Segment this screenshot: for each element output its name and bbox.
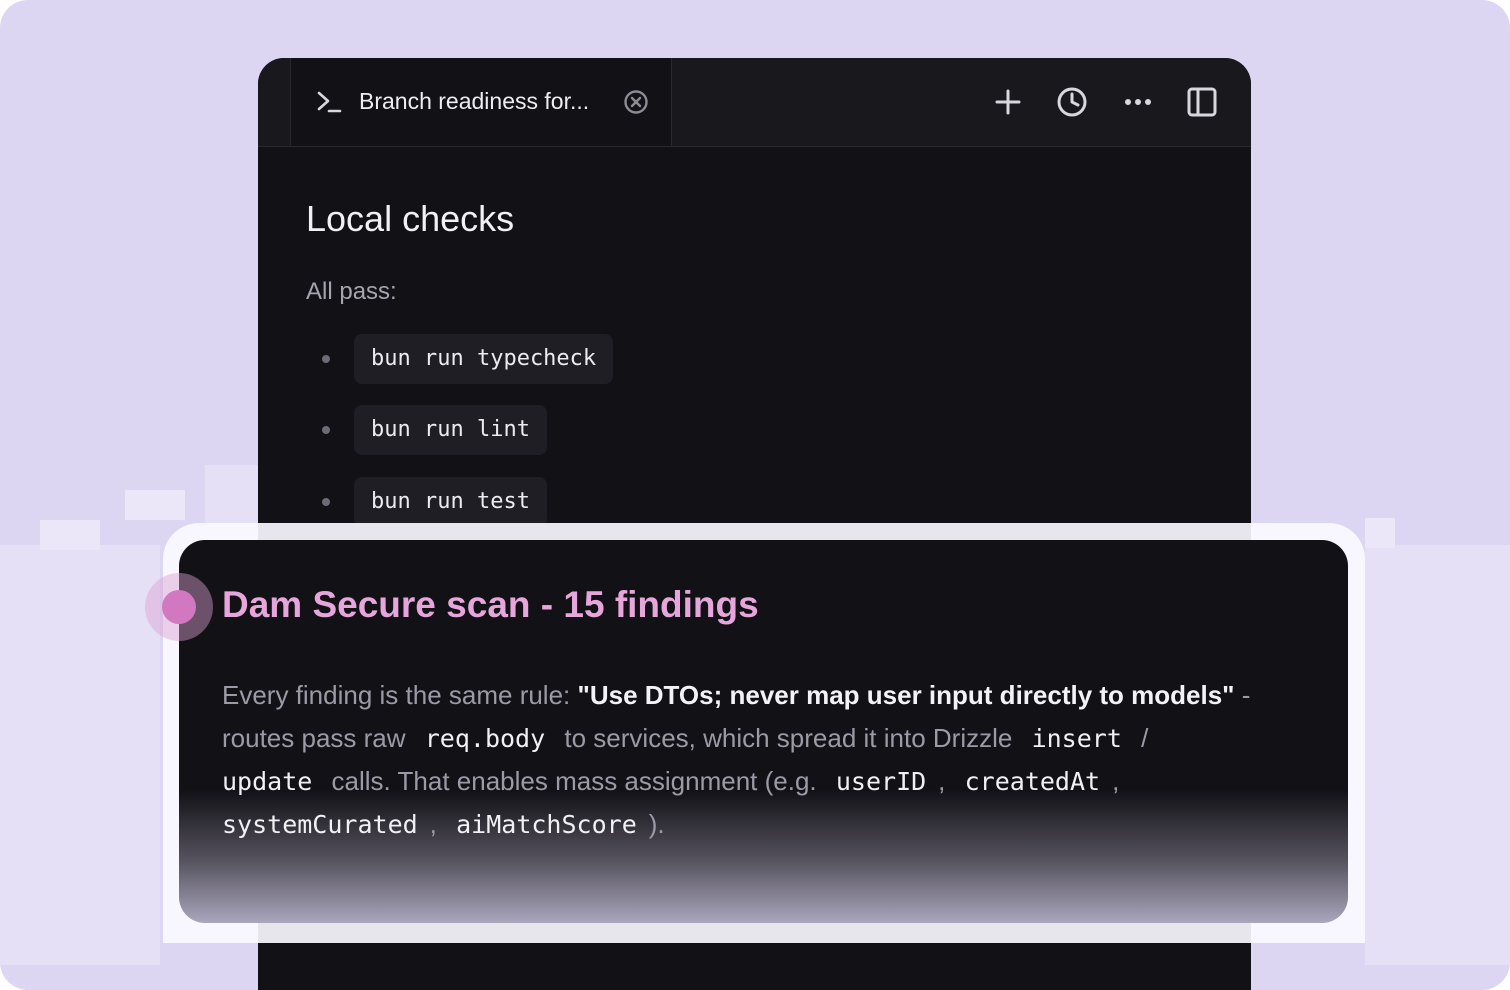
rule-text: "Use DTOs; never map user input directly… [577,680,1235,710]
tab-bar: Branch readiness for... [258,58,1251,147]
text-segment: calls. That enables mass assignment (e.g… [324,766,824,796]
text-segment: , [938,766,953,796]
section-subtitle: All pass: [306,278,397,305]
more-icon[interactable] [1122,86,1154,118]
text-segment: , [429,809,445,839]
card-description: Every finding is the same rule: "Use DTO… [222,674,1322,846]
plus-icon[interactable] [992,86,1024,118]
pixel-block [205,465,260,525]
section-title: Local checks [306,198,515,239]
status-dot [162,590,196,624]
inline-code: req.body [424,724,546,753]
scan-findings-card: Dam Secure scan - 15 findings Every find… [179,540,1348,923]
inline-code: insert [1031,724,1122,753]
pixel-pattern-right [1365,545,1510,965]
terminal-icon [315,88,345,121]
text-segment: to services, which spread it into Drizzl… [557,723,1020,753]
bullet [322,355,330,363]
tab-branch-readiness[interactable]: Branch readiness for... [290,58,672,146]
text-segment: Every finding is the same rule: [222,680,578,710]
inline-code: userID [835,767,927,796]
inline-code: bun run typecheck [354,334,614,384]
pixel-pattern-left [0,545,160,965]
text-segment: , [1112,766,1120,796]
close-tab-icon[interactable] [623,89,649,120]
bullet [322,498,330,506]
tab-title: Branch readiness for... [359,88,590,114]
inline-code: update [222,767,313,796]
pixel-block [1365,518,1395,548]
card-title: Dam Secure scan - 15 findings [222,584,759,625]
inline-code: createdAt [964,767,1101,796]
history-icon[interactable] [1056,86,1088,118]
pixel-block [125,490,185,520]
text-segment: / [1133,723,1149,753]
bullet [322,426,330,434]
inline-code: bun run test [354,477,547,527]
inline-code: systemCurated [222,810,418,839]
inline-code: bun run lint [354,405,547,455]
inline-code: aiMatchScore [456,810,637,839]
sidebar-toggle-icon[interactable] [1186,86,1218,118]
pixel-block [40,520,100,550]
text-segment: ). [648,809,665,839]
